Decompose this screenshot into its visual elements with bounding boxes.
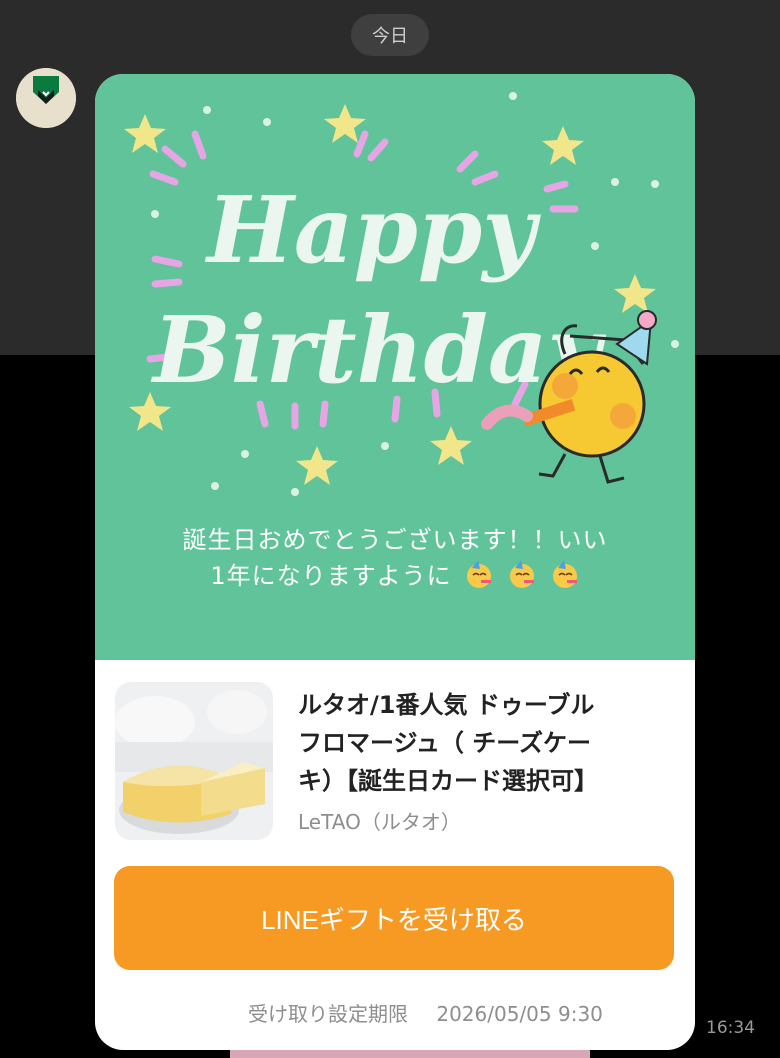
- product-title-line-1: ルタオ/1番人気 ドゥーブル: [298, 691, 595, 719]
- date-separator: 今日: [351, 14, 429, 56]
- deadline-value: 2026/05/05 9:30: [436, 1002, 603, 1026]
- birthday-message: 誕生日おめでとうございます！！いい 1年になりますように: [125, 522, 665, 594]
- cheesecake-product-image[interactable]: [115, 682, 273, 840]
- deadline-label: 受け取り設定期限: [248, 1002, 408, 1026]
- message-timestamp: 16:34: [706, 1018, 755, 1038]
- birthday-card: Happy Birthday 誕生日おめでとうございます！！いい 1年になります…: [95, 74, 695, 660]
- card-art-happy: Happy: [204, 176, 541, 284]
- receive-deadline: 受け取り設定期限 2026/05/05 9:30: [248, 998, 603, 1027]
- green-ribbon-logo-icon: [16, 68, 76, 128]
- happy-birthday-illustration: Happy Birthday: [124, 92, 679, 496]
- partying-face-icon: [509, 560, 534, 588]
- sender-avatar[interactable]: [16, 68, 76, 128]
- cheesecake-image-icon: [115, 682, 273, 840]
- product-brand: LeTAO（ルタオ）: [298, 810, 461, 834]
- message-line-2: 1年になりますように: [210, 562, 452, 590]
- partying-face-icon: [467, 560, 492, 588]
- product-title-line-2: フロマージュ（ チーズケー: [298, 729, 591, 757]
- product-title-line-3: キ）【誕生日カード選択可】: [298, 767, 598, 795]
- card-art-birthday: Birthday: [150, 296, 607, 404]
- receive-gift-button[interactable]: LINEギフトを受け取る: [114, 866, 674, 970]
- gift-message-bubble[interactable]: Happy Birthday 誕生日おめでとうございます！！いい 1年になります…: [95, 74, 695, 1050]
- product-title[interactable]: ルタオ/1番人気 ドゥーブル フロマージュ（ チーズケー キ）【誕生日カード選択…: [298, 686, 678, 800]
- partying-face-icon: [552, 560, 577, 588]
- message-line-1: 誕生日おめでとうございます！！いい: [182, 526, 608, 554]
